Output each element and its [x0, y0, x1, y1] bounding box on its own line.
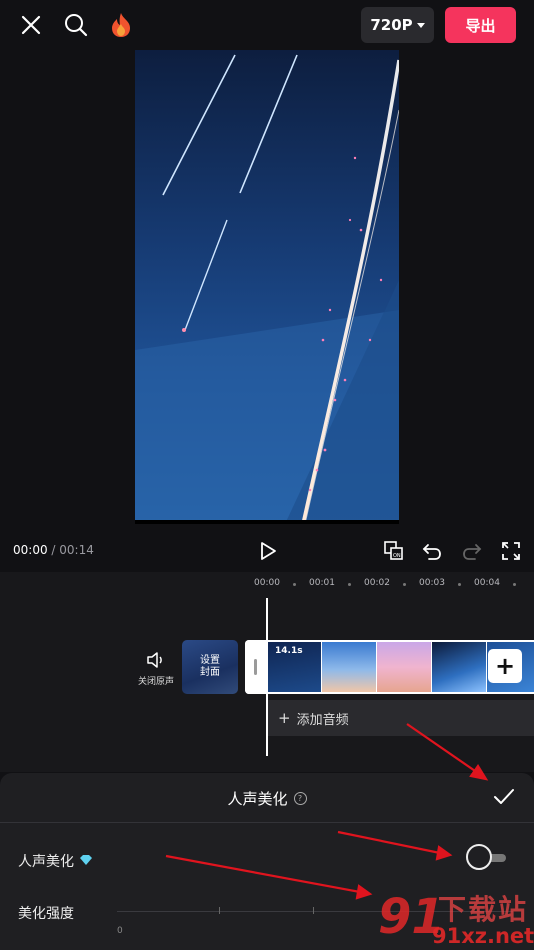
watermark-text: 下载站	[438, 893, 529, 926]
watermark-logo: 91	[378, 889, 445, 945]
watermark-url: 91xz.net	[432, 924, 534, 948]
annotation-arrows	[165, 723, 489, 900]
